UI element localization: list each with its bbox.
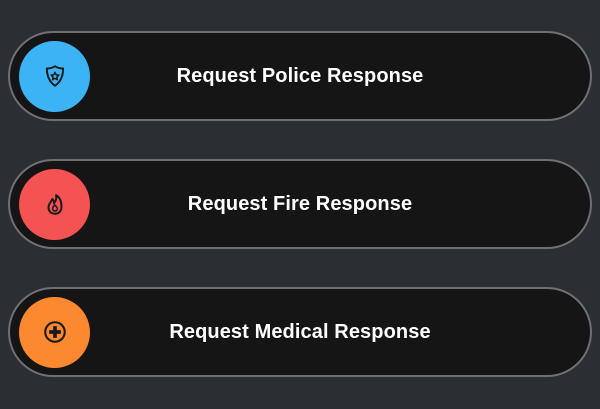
police-badge-icon [42,63,68,89]
police-icon-circle [19,40,90,112]
medical-button-label: Request Medical Response [169,320,431,343]
medical-cross-icon [42,319,68,345]
fire-button-label: Request Fire Response [187,192,413,215]
fire-icon-circle [19,168,90,240]
emergency-request-screen: { "buttons": [ { "label": "Request Polic… [0,0,600,409]
medical-icon-circle [19,296,90,368]
request-medical-button[interactable]: Request Medical Response [8,287,592,377]
request-fire-button[interactable]: Request Fire Response [8,159,592,249]
request-police-button[interactable]: Request Police Response [8,31,592,121]
response-button-list: Request Police Response Request Fire Res… [8,31,592,377]
fire-icon [42,191,68,217]
police-button-label: Request Police Response [176,64,424,87]
